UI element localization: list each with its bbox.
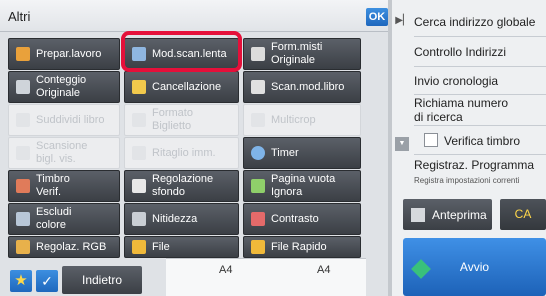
rgb-icon (16, 240, 30, 254)
expand-arrow-icon[interactable]: ▶▏ (392, 8, 414, 34)
paper-size-area (166, 258, 366, 296)
paper-size-right: A4 (317, 264, 331, 276)
checkmark-icon[interactable]: ✓ (36, 270, 58, 292)
function-label: Regolaz. RGB (36, 240, 107, 253)
function-label: Formato Biglietto (152, 107, 193, 132)
function-label: Cancellazione (152, 80, 222, 93)
side-separator (414, 154, 546, 155)
function-label: Ritaglio imm. (152, 146, 216, 159)
function-label: Conteggio Originale (36, 74, 87, 99)
function-form-misti-originale-button[interactable]: Form.misti Originale (243, 38, 361, 70)
function-suddividi-libro-button: Suddividi libro (8, 104, 120, 136)
multicrop-icon (251, 113, 265, 127)
scroll-down-icon[interactable]: ▼ (395, 137, 409, 151)
function-pagina-vuota-ignora-button[interactable]: Pagina vuota Ignora (243, 170, 361, 202)
function-label: Contrasto (271, 212, 319, 225)
function-label: Scan.mod.libro (271, 80, 345, 93)
function-timer-button[interactable]: Timer (243, 137, 361, 169)
function-label: Prepar.lavoro (36, 47, 102, 60)
function-label: Suddividi libro (36, 113, 105, 126)
blank-page-icon (251, 179, 265, 193)
side-item-controllo-indirizzi[interactable]: Controllo Indirizzi (414, 45, 546, 59)
side-separator (414, 125, 546, 126)
card-icon (132, 113, 146, 127)
function-scan-mod-libro-button[interactable]: Scan.mod.libro (243, 71, 361, 103)
function-label: File Rapido (271, 240, 327, 253)
preview-button[interactable]: Anteprima (403, 199, 492, 230)
function-multicrop-button: Multicrop (243, 104, 361, 136)
function-file-rapido-button[interactable]: File Rapido (243, 236, 361, 258)
function-label: Timer (271, 146, 299, 159)
side-item-invio-cronologia[interactable]: Invio cronologia (414, 74, 546, 88)
ok-button[interactable]: OK (366, 8, 388, 26)
clipboard-icon (16, 47, 30, 61)
stamp-icon (16, 179, 30, 193)
function-timbro-verif-button[interactable]: Timbro Verif. (8, 170, 120, 202)
verifica-timbro-checkbox[interactable] (424, 133, 438, 147)
background-icon (132, 179, 146, 193)
function-escludi-colore-button[interactable]: Escludi colore (8, 203, 120, 235)
function-prepar-lavoro-button[interactable]: Prepar.lavoro (8, 38, 120, 70)
function-label: Escludi colore (36, 206, 72, 231)
side-item-registraz-programma[interactable]: Registraz. Programma Registra impostazio… (414, 158, 546, 188)
function-cancellazione-button[interactable]: Cancellazione (124, 71, 239, 103)
function-label: File (152, 240, 170, 253)
sharpness-icon (132, 212, 146, 226)
function-formato-biglietto-button: Formato Biglietto (124, 104, 239, 136)
back-button[interactable]: Indietro (62, 266, 142, 294)
mixed-size-icon (251, 47, 265, 61)
page-title: Altri (8, 9, 31, 24)
function-contrasto-button[interactable]: Contrasto (243, 203, 361, 235)
quick-file-icon (251, 240, 265, 254)
registraz-programma-label: Registraz. Programma (414, 158, 535, 172)
side-item-verifica-timbro[interactable]: Verifica timbro (444, 134, 544, 148)
clock-icon (251, 146, 265, 160)
function-label: Multicrop (271, 113, 316, 126)
star-icon[interactable]: ★ (10, 270, 32, 292)
side-separator (414, 94, 546, 95)
highlight-frame (121, 31, 242, 72)
counter-icon (16, 80, 30, 94)
function-label: Form.misti Originale (271, 41, 323, 66)
registraz-programma-sub: Registra impostazioni correnti (414, 176, 520, 185)
paper-size-left: A4 (219, 264, 233, 276)
function-label: Nitidezza (152, 212, 198, 225)
side-item-cerca-indirizzo[interactable]: Cerca indirizzo globale (414, 15, 546, 29)
function-regolaz-rgb-button[interactable]: Regolaz. RGB (8, 236, 120, 258)
business-card-icon (16, 146, 30, 160)
function-regolazione-sfondo-button[interactable]: Regolazione sfondo (124, 170, 239, 202)
function-label: Timbro Verif. (36, 173, 70, 198)
side-separator (414, 66, 546, 67)
function-scansione-bigl-vis-button: Scansione bigl. vis. (8, 137, 120, 169)
function-label: Pagina vuota Ignora (271, 173, 336, 198)
function-file-button[interactable]: File (124, 236, 239, 258)
eraser-icon (132, 80, 146, 94)
contrast-icon (251, 212, 265, 226)
color-exclude-icon (16, 212, 30, 226)
folder-icon (132, 240, 146, 254)
side-separator (414, 36, 546, 37)
function-label: Regolazione sfondo (152, 173, 214, 198)
function-conteggio-originale-button[interactable]: Conteggio Originale (8, 71, 120, 103)
crop-icon (132, 146, 146, 160)
preview-label: Anteprima (432, 207, 487, 222)
function-nitidezza-button[interactable]: Nitidezza (124, 203, 239, 235)
book-icon (251, 80, 265, 94)
clear-all-button[interactable]: CA (500, 199, 546, 230)
split-book-icon (16, 113, 30, 127)
function-label: Scansione bigl. vis. (36, 140, 88, 165)
preview-icon (411, 207, 425, 222)
side-item-richiama-numero[interactable]: Richiama numero di ricerca (414, 96, 546, 124)
function-ritaglio-imm-button: Ritaglio imm. (124, 137, 239, 169)
title-bar: Altri (0, 0, 388, 32)
